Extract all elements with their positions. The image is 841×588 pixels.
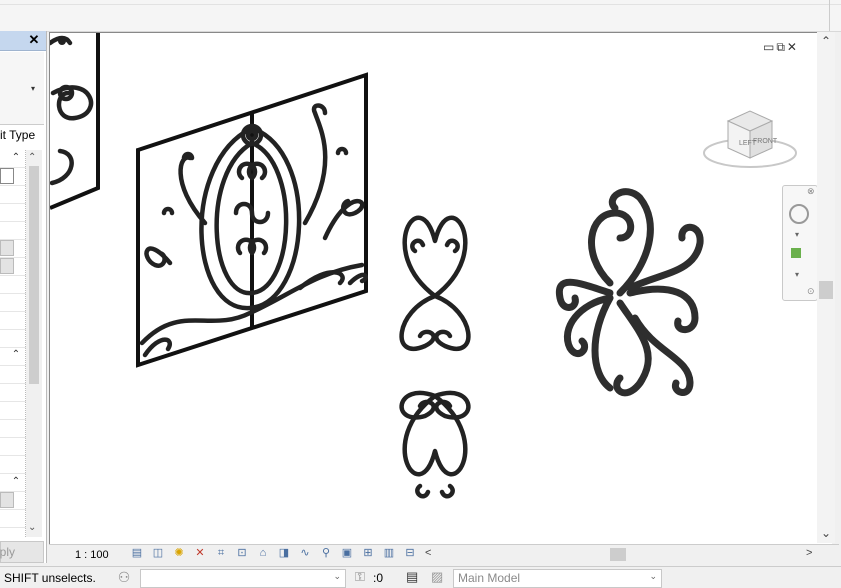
active-design-option-select[interactable]: Main Model ⌄	[453, 569, 662, 588]
scroll-baluster-ornament	[399, 215, 471, 499]
viewcube[interactable]: LEFT FRONT	[703, 110, 797, 168]
steering-wheel-icon[interactable]	[789, 204, 809, 224]
reveal-constraints-icon[interactable]: ⊞	[361, 547, 375, 560]
unlocked-view-icon[interactable]: ⌂	[256, 547, 270, 560]
scroll-left-icon[interactable]: <	[425, 547, 431, 559]
scroll-up-icon[interactable]: ⌃	[821, 34, 831, 48]
reveal-hidden-icon[interactable]: ∿	[298, 547, 312, 560]
temporary-hide-icon[interactable]: ◨	[277, 547, 291, 560]
temporary-view-properties-icon[interactable]: ▣	[340, 547, 354, 560]
scroll-up-icon[interactable]: ⌃	[28, 152, 36, 163]
zoom-icon[interactable]	[791, 248, 801, 258]
analytical-model-icon[interactable]: ▥	[382, 547, 396, 560]
type-selector[interactable]	[0, 52, 44, 125]
highlight-displacement-icon[interactable]: ⊟	[403, 547, 417, 560]
active-workset-select[interactable]: ⌄	[140, 569, 346, 588]
worksharing-display-icon[interactable]: ⚲	[319, 547, 333, 560]
ornamental-gate-panel	[136, 72, 368, 368]
active-model-value: Main Model	[458, 571, 521, 585]
ribbon-divider	[0, 4, 841, 5]
exclude-options-icon[interactable]: ▨	[431, 569, 443, 585]
worksets-icon[interactable]: ⚇	[116, 569, 132, 585]
scrollbar-thumb[interactable]	[29, 166, 39, 384]
view-scale[interactable]: 1 : 100	[75, 549, 109, 561]
scrollbar-thumb[interactable]	[819, 281, 833, 299]
close-navbar-icon[interactable]: ⊗	[807, 186, 815, 197]
design-options-icon[interactable]: ▤	[406, 569, 418, 585]
edit-type-button[interactable]: it Type	[0, 128, 35, 142]
crop-view-icon[interactable]: ⌗	[214, 547, 228, 560]
property-value-field	[0, 492, 14, 508]
ironwork-3d-view: LEFT FRONT	[47, 33, 797, 499]
chevron-down-icon[interactable]: ⌄	[649, 571, 657, 582]
property-value-field	[0, 240, 14, 256]
collapse-group-icon[interactable]: ⌃	[8, 349, 24, 361]
flourish-ornament	[555, 188, 704, 397]
scroll-down-icon[interactable]: ⌄	[28, 522, 36, 533]
view-control-bar	[49, 544, 839, 566]
status-message: SHIFT unselects.	[4, 571, 96, 585]
scroll-down-icon[interactable]: ⌄	[821, 526, 831, 540]
collapse-group-icon[interactable]: ⌃	[8, 152, 24, 164]
apply-button[interactable]: pply	[0, 541, 44, 563]
editing-requests-count: :0	[373, 571, 384, 585]
visual-style-icon[interactable]: ◫	[151, 547, 165, 560]
sun-path-icon[interactable]: ✺	[172, 547, 186, 560]
editing-requests-icon[interactable]: ⚿	[355, 569, 365, 585]
show-crop-region-icon[interactable]: ⊡	[235, 547, 249, 560]
close-panel-button[interactable]: ✕	[27, 33, 41, 47]
view-window-controls[interactable]: ▭⧉✕	[763, 40, 799, 55]
canvas-vertical-scrollbar[interactable]: ⌃ ⌄	[817, 32, 835, 543]
partial-railing-panel	[47, 33, 100, 210]
collapse-group-icon[interactable]: ⌃	[8, 476, 24, 488]
properties-scrollbar[interactable]: ⌃ ⌄	[26, 150, 42, 537]
ribbon-strip	[0, 0, 841, 32]
detail-level-icon[interactable]: ▤	[130, 547, 144, 560]
shadows-icon[interactable]: ✕	[193, 547, 207, 560]
property-value-field	[0, 258, 14, 274]
chevron-down-icon[interactable]: ▾	[795, 270, 799, 279]
navbar-options-icon[interactable]: ⊙	[807, 286, 815, 297]
viewcube-front-label[interactable]: FRONT	[753, 138, 778, 145]
navigation-bar: ⊗ ▾ ▾ ⊙	[782, 185, 818, 301]
scroll-right-icon[interactable]: >	[806, 547, 812, 559]
horizontal-scrollbar-thumb[interactable]	[610, 548, 626, 561]
property-value-field[interactable]	[0, 168, 14, 184]
chevron-down-icon[interactable]: ⌄	[333, 571, 341, 582]
chevron-down-icon[interactable]: ▾	[795, 230, 799, 239]
ribbon-separator	[829, 0, 830, 31]
drawing-canvas[interactable]: LEFT FRONT	[47, 32, 832, 544]
type-selector-dropdown-icon[interactable]: ▾	[31, 84, 35, 93]
